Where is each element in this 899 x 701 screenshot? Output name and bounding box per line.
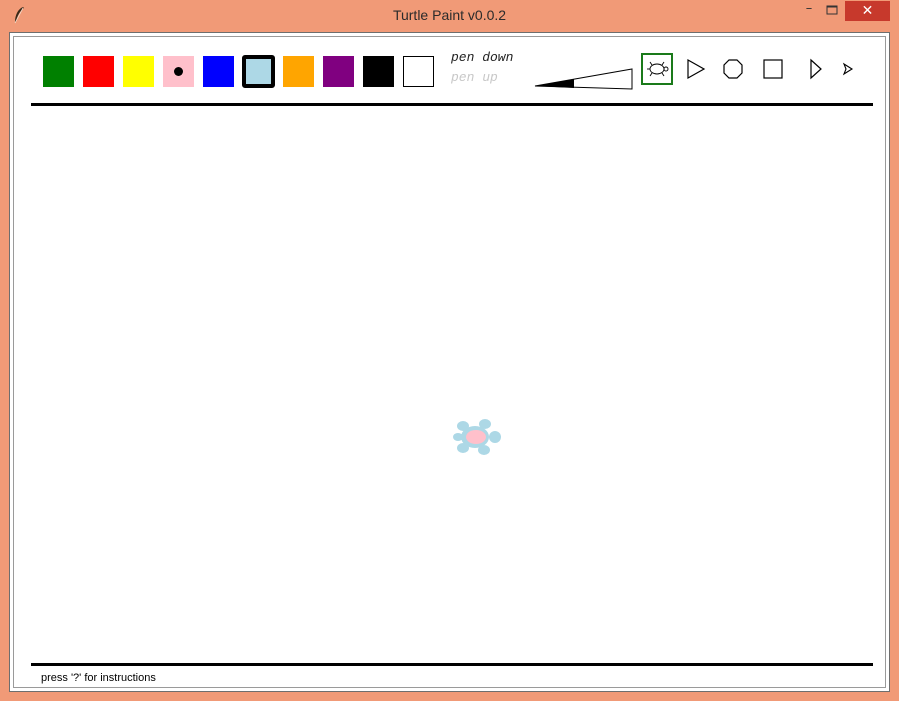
minimize-button[interactable]: –: [796, 1, 822, 21]
instructions-hint: press '?' for instructions: [41, 672, 156, 684]
color-swatch-lightblue[interactable]: [242, 55, 275, 88]
color-swatch-green[interactable]: [43, 56, 74, 87]
classic-shape-button[interactable]: [808, 58, 824, 80]
title-bar[interactable]: Turtle Paint v0.0.2 – ✕: [0, 0, 899, 31]
color-swatch-yellow[interactable]: [123, 56, 154, 87]
color-swatch-white[interactable]: [403, 56, 434, 87]
color-swatch-black[interactable]: [363, 56, 394, 87]
app-window: Turtle Paint v0.0.2 – ✕ pen down pen up …: [0, 0, 899, 701]
turtle-cursor[interactable]: [451, 416, 507, 458]
toolbar-divider: [31, 103, 873, 106]
maximize-button[interactable]: [822, 1, 842, 21]
close-button[interactable]: ✕: [845, 1, 890, 21]
status-divider: [31, 663, 873, 666]
turtle-shape-button[interactable]: [641, 53, 673, 85]
turtle-shell: [466, 430, 486, 444]
maximize-icon: [826, 5, 838, 15]
arrow-shape-button[interactable]: [841, 62, 855, 78]
arrow-icon: [842, 62, 854, 76]
circle-shape-button[interactable]: [721, 57, 745, 81]
pen-up-button[interactable]: pen up: [451, 70, 498, 85]
triangle-shape-button[interactable]: [685, 57, 707, 81]
circle-icon: [723, 59, 743, 79]
pen-down-button[interactable]: pen down: [451, 50, 513, 65]
triangle-icon: [687, 58, 706, 80]
color-swatch-blue[interactable]: [203, 56, 234, 87]
drawing-canvas[interactable]: [31, 107, 873, 662]
window-title: Turtle Paint v0.0.2: [392, 7, 507, 23]
paint-area: pen down pen up press '?' for instructio…: [13, 36, 886, 688]
color-swatch-purple[interactable]: [323, 56, 354, 87]
color-swatch-red[interactable]: [83, 56, 114, 87]
color-swatch-pink[interactable]: [163, 56, 194, 87]
color-swatch-orange[interactable]: [283, 56, 314, 87]
client-area: pen down pen up press '?' for instructio…: [9, 32, 890, 692]
pen-width-slider[interactable]: [534, 67, 635, 92]
classic-arrow-icon: [810, 58, 822, 80]
pen-color-marker: [174, 67, 183, 76]
square-icon: [763, 59, 783, 79]
square-shape-button[interactable]: [761, 57, 785, 81]
